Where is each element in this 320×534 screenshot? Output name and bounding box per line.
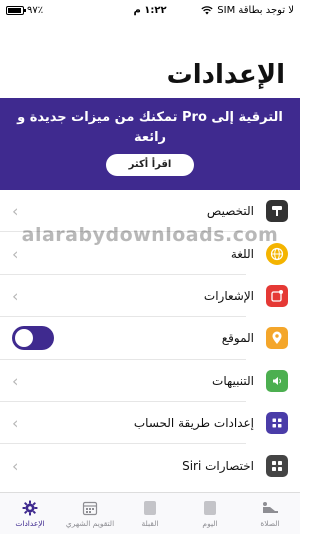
settings-row-label: التخصيص (206, 204, 254, 219)
upgrade-text: الترقية إلى Pro تمكنك من ميزات جديدة و ر… (17, 110, 283, 145)
tab-label: القبلة (141, 518, 159, 528)
tab-label: الصلاة (260, 518, 280, 528)
chevron-left-icon: ‹ (12, 201, 19, 221)
prayer-icon (261, 500, 279, 516)
tab-bar: الصلاة اليوم القبلة التقويم الشهري الإعد… (0, 492, 300, 534)
chevron-left-icon: ‹ (12, 371, 19, 391)
upgrade-banner: الترقية إلى Pro تمكنك من ميزات جديدة و ر… (0, 98, 300, 190)
calculator-icon (266, 412, 288, 435)
settings-row-alerts[interactable]: ‹ التنبيهات (0, 360, 300, 403)
chevron-left-icon: ‹ (12, 244, 19, 264)
tab-monthly-calendar[interactable]: التقويم الشهري (60, 493, 120, 534)
grid-icon (266, 454, 288, 477)
chevron-left-icon: ‹ (12, 286, 19, 306)
tab-label: التقويم الشهري (65, 518, 115, 528)
watermark: alarabydownloads.com (21, 224, 279, 246)
tab-settings[interactable]: الإعدادات (0, 493, 60, 534)
settings-row-label: اللغة (230, 246, 254, 261)
status-bar: ٩٧٪ ١:٢٢ م لا توجد بطاقة SIM (0, 0, 300, 22)
today-icon (201, 500, 219, 516)
tab-label: الإعدادات (15, 518, 45, 528)
settings-row-label: التنبيهات (212, 373, 254, 388)
page-title: الإعدادات (166, 60, 285, 90)
qibla-icon (141, 500, 159, 516)
tab-qibla[interactable]: القبلة (120, 493, 180, 534)
settings-row-siri-shortcuts[interactable]: ‹ اختصارات Siri (0, 444, 300, 486)
location-toggle[interactable] (12, 326, 54, 351)
settings-row-label: اختصارات Siri (182, 458, 254, 473)
tab-label: اليوم (202, 518, 218, 528)
chevron-left-icon: ‹ (12, 413, 19, 433)
settings-row-calculation-method[interactable]: ‹ إعدادات طريقة الحساب (0, 402, 300, 445)
chevron-left-icon: ‹ (12, 456, 19, 476)
notification-icon (266, 284, 288, 307)
paint-roller-icon (266, 200, 288, 223)
settings-row-notifications[interactable]: ‹ الإشعارات (0, 275, 300, 318)
settings-row-label: الموقع (221, 331, 254, 346)
wifi-icon (201, 6, 213, 15)
settings-row-label: الإشعارات (203, 288, 254, 303)
settings-row-location: الموقع (0, 317, 300, 360)
location-pin-icon (266, 327, 288, 350)
tab-today[interactable]: اليوم (180, 493, 240, 534)
calendar-icon (81, 500, 99, 516)
read-more-button[interactable]: اقرأ أكثر (106, 154, 194, 176)
gear-icon (21, 500, 39, 516)
speaker-icon (266, 369, 288, 392)
carrier-info: لا توجد بطاقة SIM (201, 5, 294, 16)
tab-prayer[interactable]: الصلاة (240, 493, 300, 534)
settings-row-label: إعدادات طريقة الحساب (133, 416, 254, 431)
carrier-label: لا توجد بطاقة SIM (217, 5, 294, 16)
